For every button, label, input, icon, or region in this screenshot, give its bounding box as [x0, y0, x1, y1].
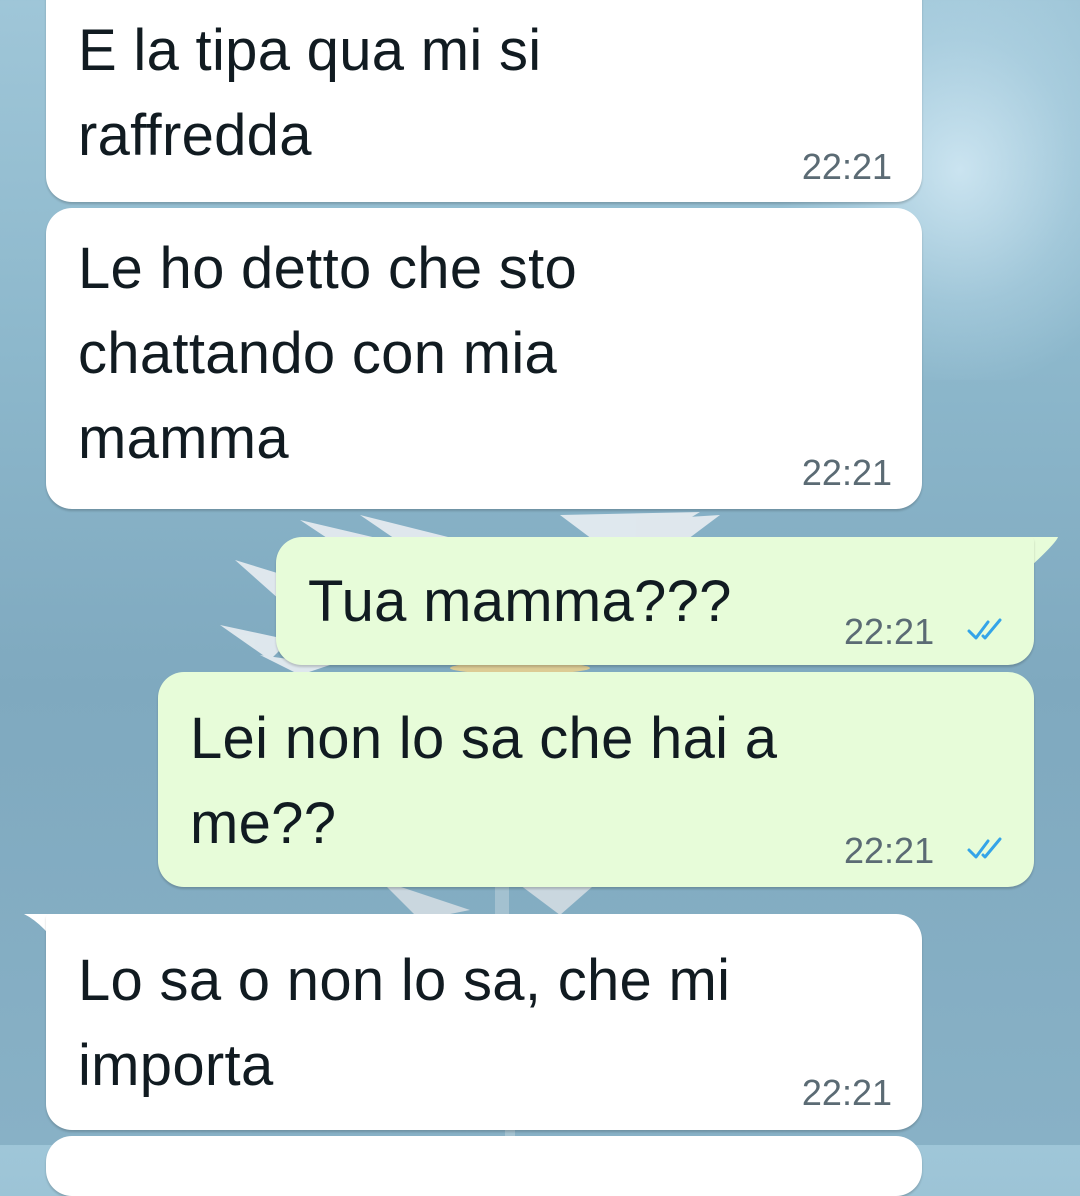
message-line: me?? — [190, 791, 337, 856]
double-check-icon — [967, 837, 1002, 859]
message-text: Lei non lo sa che hai a me?? — [190, 696, 777, 866]
message-timestamp: 22:21 — [801, 452, 892, 493]
outgoing-bubble-tail — [1030, 537, 1058, 567]
message-line: E la tipa qua mi si — [78, 18, 542, 83]
message-text: E la tipa qua mi si raffredda — [78, 8, 541, 178]
message-timestamp: 22:21 — [801, 146, 892, 187]
message-timestamp: 22:21 — [844, 830, 935, 871]
message-list[interactable]: E la tipa qua mi si raffredda 22:21 Le h… — [0, 0, 1080, 1196]
double-check-icon — [967, 618, 1002, 640]
incoming-message-bubble[interactable]: Lo sa o non lo sa, che mi importa 22:21 — [46, 914, 922, 1130]
message-line: Lo sa o non lo sa, che mi — [78, 948, 731, 1013]
message-line: mamma — [78, 406, 289, 471]
outgoing-message-bubble[interactable]: Lei non lo sa che hai a me?? 22:21 — [158, 672, 1034, 887]
message-line: Le ho detto che sto — [78, 236, 578, 301]
outgoing-message-bubble[interactable]: Tua mamma??? 22:21 — [276, 537, 1034, 665]
message-text: Tua mamma??? — [308, 559, 732, 644]
message-timestamp: 22:21 — [801, 1072, 892, 1113]
message-timestamp: 22:21 — [844, 611, 935, 652]
message-text: Lo sa o non lo sa, che mi importa — [78, 938, 730, 1108]
message-line: importa — [78, 1033, 274, 1098]
incoming-message-bubble-partial[interactable] — [46, 1136, 922, 1196]
message-text: Le ho detto che sto chattando con mia ma… — [78, 226, 577, 481]
message-line: Lei non lo sa che hai a — [190, 706, 778, 771]
incoming-message-bubble[interactable]: E la tipa qua mi si raffredda 22:21 — [46, 0, 922, 202]
message-line: Tua mamma??? — [308, 569, 732, 634]
incoming-message-bubble[interactable]: Le ho detto che sto chattando con mia ma… — [46, 208, 922, 509]
message-line: chattando con mia — [78, 321, 558, 386]
message-line: raffredda — [78, 103, 312, 168]
